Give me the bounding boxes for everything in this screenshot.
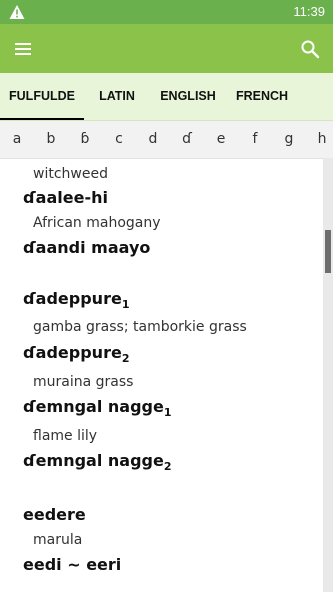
entry-headword[interactable]: ɗaalee-hi: [23, 187, 323, 211]
entry-headword[interactable]: eedere: [23, 504, 323, 528]
entry-headword[interactable]: ɗemngal nagge1: [23, 396, 323, 420]
homonym-number: 2: [121, 352, 130, 365]
dictionary-list[interactable]: witchweed ɗaalee-hi African mahogany ɗaa…: [0, 158, 323, 592]
status-bar: 11:39: [0, 0, 333, 24]
tab-french[interactable]: FRENCH: [226, 73, 298, 120]
homonym-number: 1: [121, 298, 130, 311]
letter-h[interactable]: h: [305, 121, 333, 158]
entry-headword[interactable]: ɗaandi maayo: [23, 237, 323, 261]
alphabet-index: a b ɓ c d ɗ e f g h: [0, 121, 333, 159]
search-icon[interactable]: [297, 36, 323, 62]
app-bar: [0, 24, 333, 73]
letter-e[interactable]: e: [204, 121, 238, 158]
hamburger-menu-icon[interactable]: [10, 36, 36, 62]
letter-c[interactable]: c: [102, 121, 136, 158]
warning-triangle-icon: [9, 5, 25, 19]
entry-headword[interactable]: ɗemngal nagge2: [23, 450, 323, 474]
scrollbar-thumb[interactable]: [325, 230, 331, 273]
letter-f[interactable]: f: [238, 121, 272, 158]
entry-headword[interactable]: ɗadeppure1: [23, 288, 323, 312]
letter-hooked-b[interactable]: ɓ: [68, 121, 102, 158]
entry-headword[interactable]: eedi ~ eeri: [23, 554, 323, 578]
tab-latin[interactable]: LATIN: [84, 73, 150, 120]
tab-fulfulde[interactable]: FULFULDE: [0, 73, 84, 120]
letter-a[interactable]: a: [0, 121, 34, 158]
homonym-number: 2: [163, 460, 172, 473]
letter-b[interactable]: b: [34, 121, 68, 158]
status-time: 11:39: [293, 4, 325, 19]
entry-gloss: African mahogany: [33, 215, 161, 231]
entry-gloss: witchweed: [33, 166, 108, 182]
letter-g[interactable]: g: [272, 121, 306, 158]
homonym-number: 1: [163, 406, 172, 419]
scrollbar[interactable]: [323, 158, 333, 592]
tab-english[interactable]: ENGLISH: [150, 73, 226, 120]
entry-gloss: marula: [33, 532, 83, 548]
entry-gloss: flame lily: [33, 428, 98, 444]
entry-gloss: muraina grass: [33, 374, 134, 390]
letter-d[interactable]: d: [136, 121, 170, 158]
entry-headword[interactable]: ɗadeppure2: [23, 342, 323, 366]
language-tabs: FULFULDE LATIN ENGLISH FRENCH: [0, 73, 333, 121]
letter-hooked-d[interactable]: ɗ: [170, 121, 204, 158]
entry-gloss: gamba grass; tamborkie grass: [33, 319, 247, 335]
